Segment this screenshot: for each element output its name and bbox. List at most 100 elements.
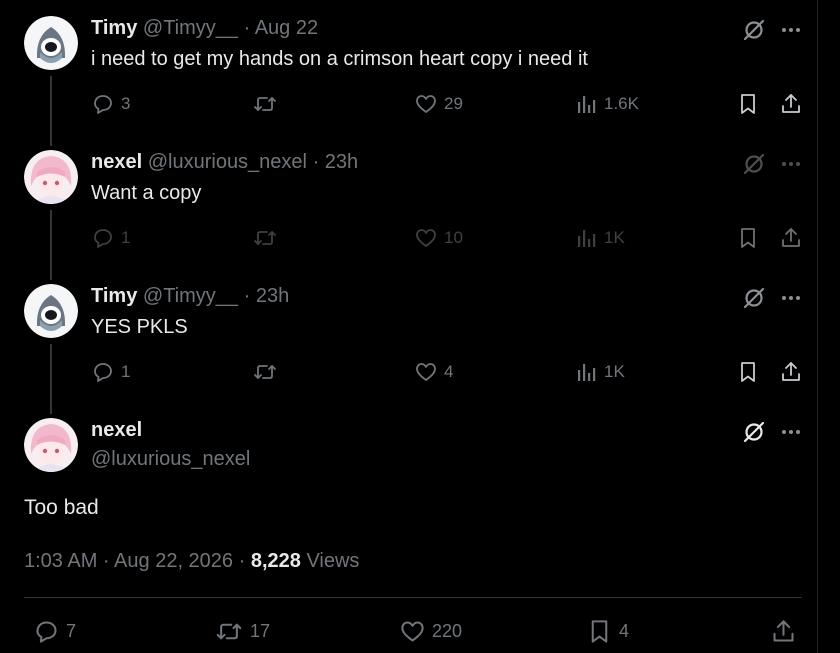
view-count: 1K [604,362,625,381]
display-name[interactable]: Timy [91,17,137,39]
tweet-header: Timy @Timyy__ · 23h [91,285,289,308]
tweet-text: Want a copy [91,182,202,204]
heart-icon [416,363,436,381]
reply-count: 3 [121,94,131,113]
timestamp[interactable]: 23h [325,151,358,173]
reply-icon [36,621,57,643]
like-button[interactable]: 29 [414,92,463,116]
avatar[interactable] [24,418,78,472]
view-count: 1.6K [604,94,639,113]
heart-icon [416,229,436,247]
thread-connector [50,344,52,414]
tweet-text: i need to get my hands on a crimson hear… [91,48,588,70]
views-button[interactable]: 1K [576,226,625,250]
scrollbar[interactable] [817,0,840,653]
like-button[interactable]: 4 [414,360,453,384]
share-icon [782,228,800,247]
retweet-icon [254,231,276,245]
grok-icon[interactable] [742,18,766,42]
retweet-icon [254,97,276,111]
share-icon [782,362,800,381]
retweet-count: 17 [250,621,271,641]
bookmark-icon [741,362,755,382]
timestamp[interactable]: 23h [256,285,289,307]
share-button[interactable] [770,618,797,645]
separator-dot: · [243,285,251,307]
bookmark-count: 4 [619,621,630,641]
tweet-text: YES PKLS [91,316,188,338]
bookmark-button[interactable]: 4 [586,618,629,645]
display-name[interactable]: nexel [91,151,142,173]
bookmark-icon [741,228,755,248]
grok-icon[interactable] [742,286,766,310]
bookmark-button[interactable] [736,92,760,116]
reply-icon [94,363,112,382]
user-handle[interactable]: @luxurious_nexel [148,151,307,173]
grok-icon[interactable] [742,152,766,176]
avatar[interactable] [24,150,78,204]
tweet-header: nexel @luxurious_nexel · 23h [91,151,358,174]
user-handle[interactable]: @Timyy__ [143,285,238,307]
like-count: 4 [444,362,454,381]
retweet-button[interactable] [252,360,278,384]
retweet-button[interactable] [252,92,278,116]
like-button[interactable]: 10 [414,226,463,250]
thread-connector [50,76,52,146]
divider [24,597,802,598]
bookmark-button[interactable] [736,360,760,384]
avatar[interactable] [24,16,78,70]
retweet-icon [254,365,276,379]
more-icon[interactable] [779,152,803,176]
more-icon[interactable] [779,18,803,42]
like-button[interactable]: 220 [399,618,462,645]
reply-count: 1 [121,228,131,247]
retweet-icon [216,623,242,640]
reply-icon [94,229,112,248]
tweet-text: Too bad [24,496,99,519]
retweet-button[interactable] [252,226,278,250]
separator-dot: · [243,17,251,39]
bookmark-icon [591,620,608,643]
bookmark-icon [741,94,755,114]
grok-icon[interactable] [742,420,766,444]
timestamp[interactable]: Aug 22 [255,17,318,39]
reply-button[interactable]: 1 [91,360,130,384]
separator-dot: · [312,151,320,173]
heart-icon [416,95,436,113]
avatar[interactable] [24,284,78,338]
like-count: 10 [444,228,463,247]
user-handle[interactable]: @Timyy__ [143,17,238,39]
views-icon [578,364,596,381]
share-button[interactable] [779,92,803,116]
views-label: Views [300,550,360,572]
share-icon [782,94,800,113]
views-button[interactable]: 1.6K [576,92,639,116]
more-icon[interactable] [779,420,803,444]
views-button[interactable]: 1K [576,360,625,384]
reply-count: 7 [66,621,77,641]
views-icon [578,230,596,247]
tweet-thread-page: Timy @Timyy__ · Aug 22 i need to get my … [0,0,818,653]
share-icon [773,620,794,642]
tweet-header: Timy @Timyy__ · Aug 22 [91,17,318,40]
share-button[interactable] [779,360,803,384]
reply-count: 1 [121,362,131,381]
bookmark-button[interactable] [736,226,760,250]
reply-button[interactable]: 3 [91,92,130,116]
reply-button[interactable]: 7 [33,618,76,645]
thread-connector [50,210,52,280]
more-icon[interactable] [779,286,803,310]
views-icon [578,96,596,113]
share-button[interactable] [779,226,803,250]
retweet-button[interactable]: 17 [214,618,270,645]
display-name[interactable]: nexel [91,419,142,442]
post-time[interactable]: 1:03 AM · Aug 22, 2026 · [24,550,251,572]
view-count: 1K [604,228,625,247]
user-handle[interactable]: @luxurious_nexel [91,448,250,471]
views-count: 8,228 [250,550,301,572]
tweet-timestamp-line: 1:03 AM · Aug 22, 2026 · 8,228 Views [24,550,359,573]
display-name[interactable]: Timy [91,285,137,307]
reply-button[interactable]: 1 [91,226,130,250]
heart-icon [401,621,424,642]
reply-icon [94,95,112,114]
